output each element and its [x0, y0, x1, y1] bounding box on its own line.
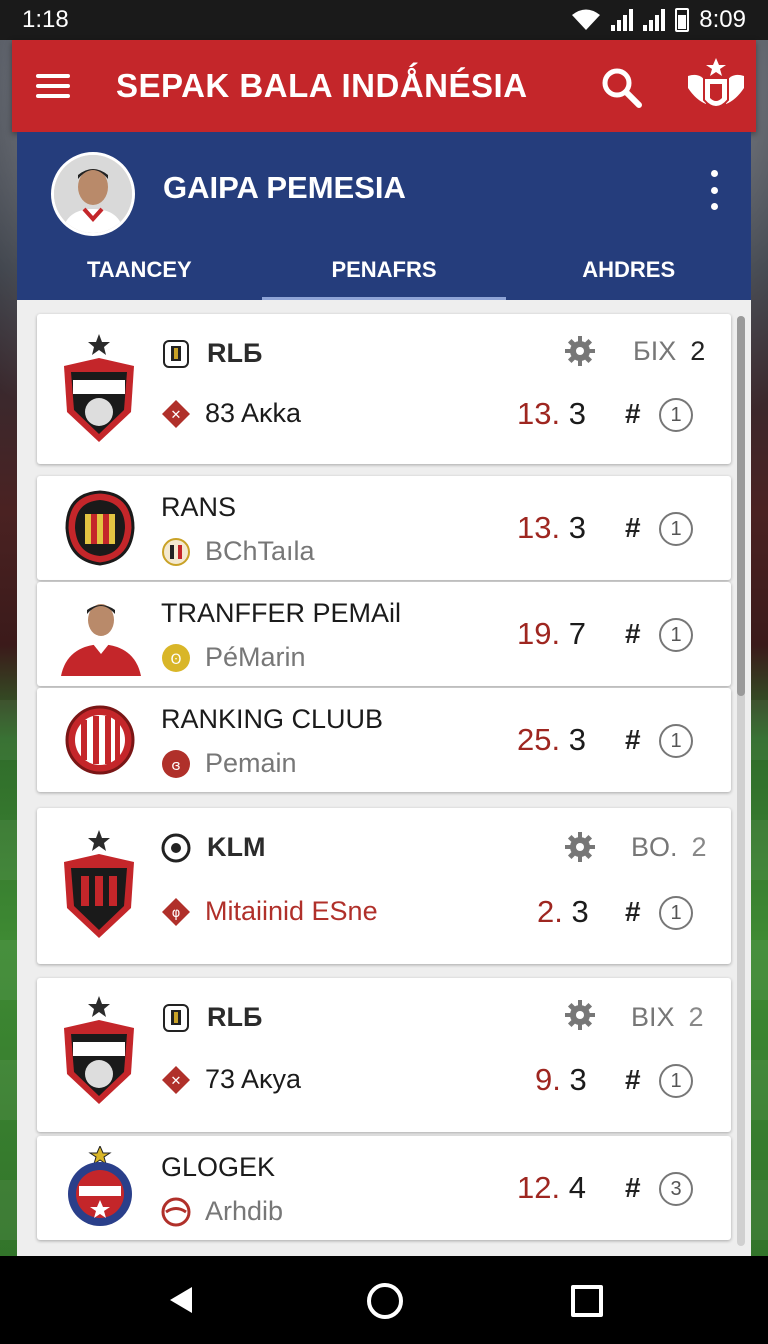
- card-value: 13. 3: [517, 510, 586, 545]
- club-badge-icon: ʘ: [162, 643, 190, 672]
- club-logo-icon: [65, 490, 135, 566]
- rank-badge[interactable]: 1: [659, 1064, 693, 1098]
- club-logo-icon: [65, 705, 135, 775]
- svg-text:✕: ✕: [171, 1074, 182, 1089]
- card-value: 25. 3: [517, 722, 586, 757]
- search-icon[interactable]: [600, 66, 642, 108]
- status-time-right: 8:09: [699, 6, 746, 33]
- home-icon[interactable]: [367, 1283, 403, 1319]
- status-time-left: 1:18: [22, 6, 69, 33]
- app-title: SEPAK BALA INDǺNÉSIA: [116, 67, 528, 104]
- card-value: 12. 4: [517, 1170, 586, 1205]
- card-meta: БІХ 2: [633, 336, 706, 366]
- list-card[interactable]: TRANFFER PEMAil ʘ PéMarin 19. 7 # 1: [37, 582, 731, 686]
- profile-name: GAIPA PEMESIA: [163, 170, 406, 205]
- federation-crest-icon: [688, 58, 744, 108]
- card-value: 2. 3: [537, 894, 589, 929]
- tab-penafrs[interactable]: PENAFRS: [261, 240, 507, 300]
- svg-text:ʘ: ʘ: [170, 652, 181, 668]
- rank-badge[interactable]: 1: [659, 896, 693, 930]
- card-title: KLM: [161, 832, 265, 863]
- list-card[interactable]: RLБ ✕ 73 Aĸya BIX 2 9. 3 # 1: [37, 978, 731, 1132]
- target-icon: [161, 833, 191, 862]
- card-title: RANKING CLUUB: [161, 704, 384, 734]
- back-icon[interactable]: [168, 1285, 194, 1315]
- card-subtitle: BChTaıla: [161, 536, 315, 567]
- card-subtitle: Arhdib: [161, 1196, 283, 1227]
- card-list: RLБ ✕ 83 Aĸka БІХ 2 13. 3 # 1 RANS BChTaı…: [17, 300, 751, 1256]
- card-meta: BO. 2: [631, 832, 707, 862]
- hash-icon: #: [625, 512, 641, 543]
- avatar[interactable]: [51, 152, 135, 236]
- tab-ahdres[interactable]: AHDRES: [506, 240, 751, 300]
- diamond-icon: φ: [162, 897, 190, 926]
- tab-bar: TAANCEY PENAFRS AHDRES: [17, 240, 751, 300]
- svg-text:φ: φ: [172, 906, 181, 921]
- settings-gear-icon[interactable]: [565, 832, 595, 862]
- rank-badge[interactable]: 1: [659, 618, 693, 652]
- club-logo-icon: [64, 334, 134, 442]
- card-title: TRANFFER PEMAil: [161, 598, 402, 628]
- more-options-icon[interactable]: [709, 170, 719, 210]
- rank-badge[interactable]: 3: [659, 1172, 693, 1206]
- wifi-icon: [572, 9, 601, 30]
- card-meta: BIX 2: [631, 1002, 704, 1032]
- hash-icon: #: [625, 724, 641, 755]
- card-value: 13. 3: [517, 396, 586, 431]
- card-title: RLБ: [161, 1002, 262, 1033]
- menu-icon[interactable]: [36, 74, 70, 98]
- scrollbar[interactable]: [737, 316, 745, 696]
- battery-icon: [675, 8, 690, 32]
- card-subtitle: ✕ 83 Aĸka: [161, 398, 301, 429]
- hash-icon: #: [625, 618, 641, 649]
- hash-icon: #: [625, 1064, 641, 1095]
- player-photo: [61, 604, 141, 676]
- ball-icon: ɞ: [162, 749, 190, 778]
- card-value: 9. 3: [535, 1062, 587, 1097]
- card-title: RANS: [161, 492, 237, 522]
- system-nav-bar: [0, 1256, 768, 1344]
- signal-icon-2: [643, 9, 666, 31]
- signal-icon: [611, 9, 634, 31]
- status-bar: 1:18 8:09: [0, 0, 768, 40]
- club-logo-icon: [64, 996, 134, 1104]
- hash-icon: #: [625, 398, 641, 429]
- list-card[interactable]: RANKING CLUUB ɞ Pemain 25. 3 # 1: [37, 688, 731, 792]
- settings-gear-icon[interactable]: [565, 336, 595, 366]
- settings-gear-icon[interactable]: [565, 1000, 595, 1030]
- list-card[interactable]: GLOGEK Arhdib 12. 4 # 3: [37, 1136, 731, 1240]
- card-subtitle: φ Mitaiinid ESne: [161, 896, 378, 927]
- card-subtitle: ✕ 73 Aĸya: [161, 1064, 301, 1095]
- hash-icon: #: [625, 1172, 641, 1203]
- trophy-icon: [163, 1003, 189, 1032]
- list-card[interactable]: RANS BChTaıla 13. 3 # 1: [37, 476, 731, 580]
- trophy-icon: [163, 339, 189, 368]
- recent-apps-icon[interactable]: [571, 1285, 603, 1317]
- list-card[interactable]: RLБ ✕ 83 Aĸka БІХ 2 13. 3 # 1: [37, 314, 731, 464]
- hash-icon: #: [625, 896, 641, 927]
- profile-header: GAIPA PEMESIA TAANCEY PENAFRS AHDRES: [17, 132, 751, 300]
- diamond-icon: ✕: [162, 1065, 190, 1094]
- rank-badge[interactable]: 1: [659, 724, 693, 758]
- svg-text:ɞ: ɞ: [171, 758, 180, 774]
- card-value: 19. 7: [517, 616, 586, 651]
- ball-icon: [161, 1197, 191, 1226]
- rank-badge[interactable]: 1: [659, 512, 693, 546]
- diamond-icon: ✕: [162, 399, 190, 428]
- club-badge-icon: [162, 537, 190, 566]
- rank-badge[interactable]: 1: [659, 398, 693, 432]
- card-subtitle: ɞ Pemain: [161, 748, 297, 779]
- app-bar: SEPAK BALA INDǺNÉSIA: [12, 40, 756, 132]
- svg-text:✕: ✕: [171, 408, 182, 423]
- club-logo-icon: [68, 1146, 132, 1226]
- tab-taancey[interactable]: TAANCEY: [17, 240, 262, 300]
- card-title: RLБ: [161, 338, 262, 369]
- list-card[interactable]: KLM φ Mitaiinid ESne BO. 2 2. 3 # 1: [37, 808, 731, 964]
- card-title: GLOGEK: [161, 1152, 276, 1182]
- card-subtitle: ʘ PéMarin: [161, 642, 306, 673]
- club-logo-icon: [64, 830, 134, 938]
